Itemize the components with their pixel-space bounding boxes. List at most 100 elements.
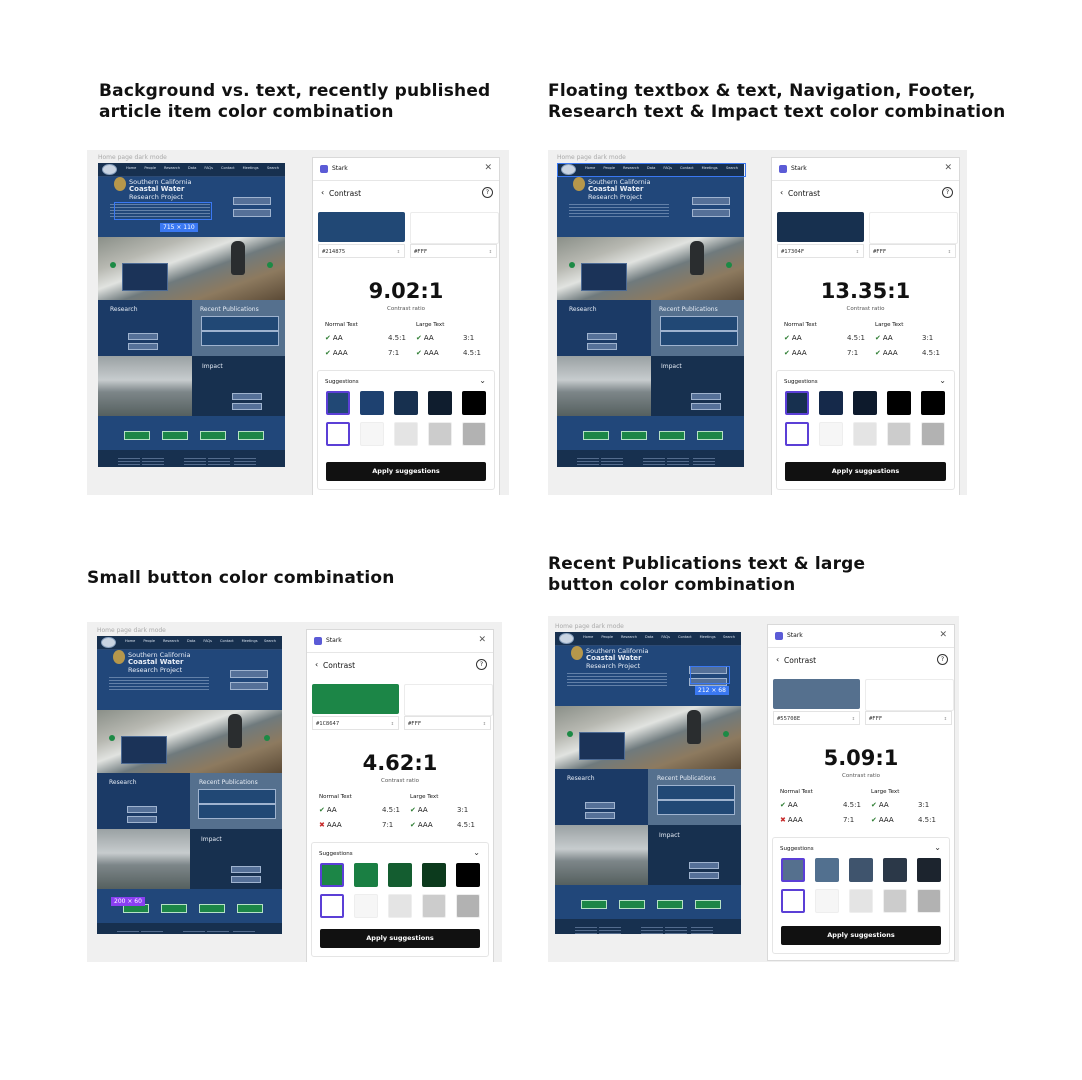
background-swatch[interactable] (869, 212, 958, 244)
background-swatch[interactable] (404, 684, 493, 716)
research-button[interactable] (585, 802, 615, 809)
research-button[interactable] (127, 806, 157, 813)
publication-card[interactable] (657, 785, 735, 800)
suggestion-swatch[interactable] (388, 863, 412, 887)
nav-item[interactable]: FAQs (203, 639, 212, 643)
carousel-prev-button[interactable] (567, 731, 573, 737)
foreground-hex-input[interactable]: #17304F ⇕ (777, 244, 864, 258)
hero-button[interactable] (692, 197, 730, 205)
foreground-swatch[interactable] (773, 679, 860, 709)
foreground-swatch[interactable] (318, 212, 405, 242)
suggestion-swatch[interactable] (428, 391, 452, 415)
back-arrow-icon[interactable]: ‹ (315, 660, 318, 669)
suggestion-swatch[interactable] (354, 894, 378, 918)
small-green-button[interactable] (657, 900, 683, 909)
suggestion-swatch[interactable] (320, 863, 344, 887)
background-hex-input[interactable]: #FFF ⇕ (869, 244, 956, 258)
chevron-down-icon[interactable]: ⌄ (934, 843, 941, 852)
small-green-button[interactable] (659, 431, 685, 440)
nav-search[interactable]: Search (264, 639, 276, 643)
nav-item[interactable]: People (601, 635, 613, 639)
nav-item[interactable]: Home (126, 166, 136, 170)
nav-item[interactable]: Research (163, 639, 179, 643)
suggestion-swatch[interactable] (360, 391, 384, 415)
nav-item[interactable]: FAQs (661, 635, 670, 639)
publication-card[interactable] (657, 800, 735, 815)
stepper-icon[interactable]: ⇕ (852, 712, 855, 726)
hero-button[interactable] (230, 670, 268, 678)
carousel-prev-button[interactable] (569, 262, 575, 268)
nav-item[interactable]: Meetings (243, 166, 259, 170)
foreground-swatch[interactable] (777, 212, 864, 242)
suggestion-swatch[interactable] (462, 422, 486, 446)
close-icon[interactable]: ✕ (478, 635, 486, 645)
small-green-button[interactable] (621, 431, 647, 440)
suggestion-swatch[interactable] (815, 858, 839, 882)
research-button[interactable] (127, 816, 157, 823)
suggestion-swatch[interactable] (921, 422, 945, 446)
suggestion-swatch[interactable] (354, 863, 378, 887)
research-button[interactable] (587, 333, 617, 340)
hero-button[interactable] (233, 197, 271, 205)
small-green-button[interactable] (583, 431, 609, 440)
impact-button[interactable] (689, 862, 719, 869)
chevron-down-icon[interactable]: ⌄ (473, 848, 480, 857)
suggestion-swatch[interactable] (887, 391, 911, 415)
small-green-button[interactable] (697, 431, 723, 440)
stepper-icon[interactable]: ⇕ (948, 245, 951, 259)
back-arrow-icon[interactable]: ‹ (776, 655, 779, 664)
nav-item[interactable]: Contact (221, 166, 235, 170)
small-green-button[interactable] (162, 431, 188, 440)
carousel-next-button[interactable] (264, 735, 270, 741)
carousel-next-button[interactable] (726, 262, 732, 268)
suggestion-swatch[interactable] (394, 422, 418, 446)
suggestion-swatch[interactable] (456, 894, 480, 918)
publication-card[interactable] (201, 316, 279, 331)
suggestion-swatch[interactable] (887, 422, 911, 446)
foreground-swatch[interactable] (312, 684, 399, 714)
help-icon[interactable]: ? (476, 659, 487, 670)
help-icon[interactable]: ? (942, 187, 953, 198)
background-swatch[interactable] (410, 212, 499, 244)
small-green-button[interactable] (238, 431, 264, 440)
close-icon[interactable]: ✕ (939, 630, 947, 640)
help-icon[interactable]: ? (482, 187, 493, 198)
small-green-button[interactable] (619, 900, 645, 909)
nav-item[interactable]: Data (187, 639, 195, 643)
suggestion-swatch[interactable] (849, 889, 873, 913)
suggestion-swatch[interactable] (849, 858, 873, 882)
suggestion-swatch[interactable] (819, 391, 843, 415)
small-green-button[interactable] (199, 904, 225, 913)
stepper-icon[interactable]: ⇕ (483, 717, 486, 731)
nav-item[interactable]: FAQs (204, 166, 213, 170)
publication-card[interactable] (201, 331, 279, 346)
nav-item[interactable]: Data (188, 166, 196, 170)
suggestion-swatch[interactable] (815, 889, 839, 913)
background-hex-input[interactable]: #FFF ⇕ (404, 716, 491, 730)
stepper-icon[interactable]: ⇕ (856, 245, 859, 259)
apply-suggestions-button[interactable]: Apply suggestions (785, 462, 946, 481)
suggestion-swatch[interactable] (785, 422, 809, 446)
research-button[interactable] (587, 343, 617, 350)
suggestion-swatch[interactable] (422, 894, 446, 918)
back-arrow-icon[interactable]: ‹ (321, 188, 324, 197)
stepper-icon[interactable]: ⇕ (489, 245, 492, 259)
suggestion-swatch[interactable] (853, 422, 877, 446)
suggestion-swatch[interactable] (360, 422, 384, 446)
suggestion-swatch[interactable] (388, 894, 412, 918)
publication-card[interactable] (660, 331, 738, 346)
carousel-prev-button[interactable] (109, 735, 115, 741)
stepper-icon[interactable]: ⇕ (391, 717, 394, 731)
suggestion-swatch[interactable] (326, 391, 350, 415)
suggestion-swatch[interactable] (883, 889, 907, 913)
small-green-button[interactable] (581, 900, 607, 909)
carousel-next-button[interactable] (267, 262, 273, 268)
nav-item[interactable]: Research (164, 166, 180, 170)
nav-search[interactable]: Search (267, 166, 279, 170)
carousel-next-button[interactable] (723, 731, 729, 737)
hero-button[interactable] (230, 682, 268, 690)
apply-suggestions-button[interactable]: Apply suggestions (320, 929, 480, 948)
suggestion-swatch[interactable] (883, 858, 907, 882)
apply-suggestions-button[interactable]: Apply suggestions (781, 926, 941, 945)
suggestion-swatch[interactable] (326, 422, 350, 446)
